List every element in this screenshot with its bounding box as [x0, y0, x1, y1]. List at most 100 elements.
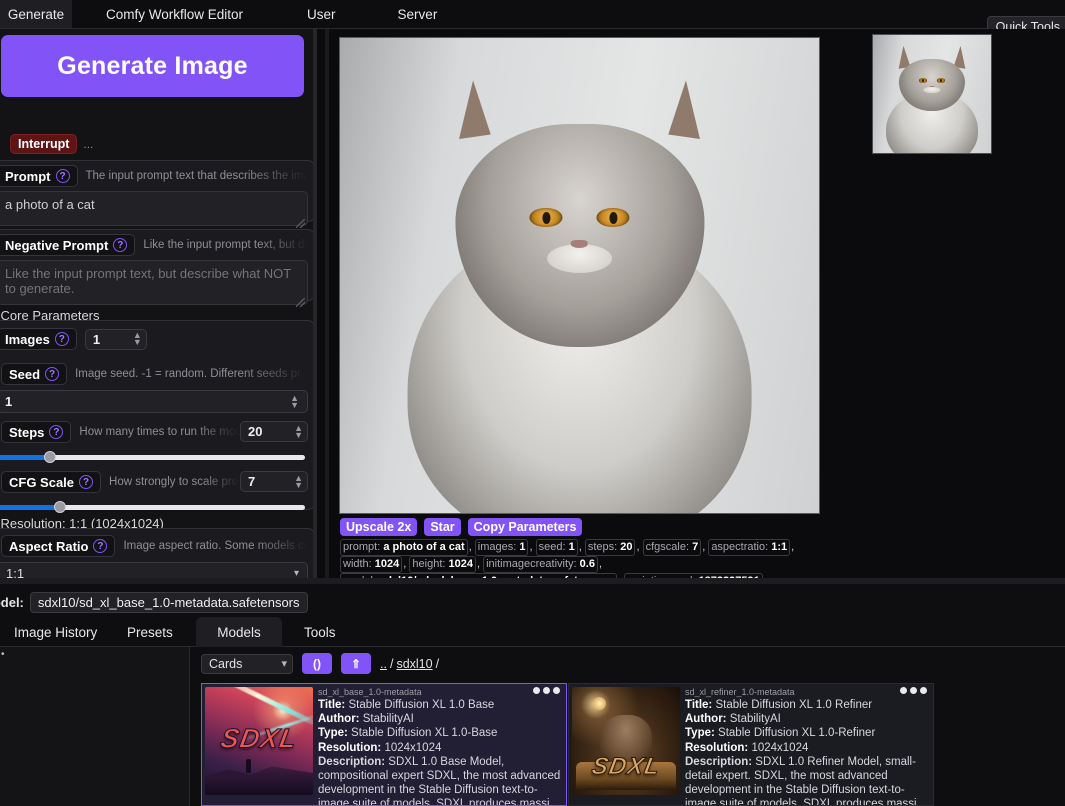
upscale-2x-button[interactable]: Upscale 2x: [340, 518, 418, 536]
prompt-input[interactable]: [0, 191, 308, 226]
metadata-pair: steps: 20: [584, 539, 636, 556]
help-icon[interactable]: ?: [55, 169, 70, 183]
model-card-description-line: Description: SDXL 1.0 Base Model, compos…: [318, 755, 562, 805]
interrupt-button[interactable]: Interrupt: [10, 134, 78, 154]
model-card-author: StabilityAI: [729, 713, 781, 726]
refresh-icon[interactable]: (): [302, 653, 332, 674]
tab-models[interactable]: Models: [196, 617, 282, 647]
tab-user[interactable]: User: [293, 0, 350, 28]
model-card-title-line: Title: Stable Diffusion XL 1.0 Base: [318, 698, 562, 712]
seed-stepper[interactable]: 1 ▲ ▼: [0, 390, 308, 413]
history-thumbnail[interactable]: [872, 34, 992, 154]
model-card[interactable]: SDXL sd_xl_base_1.0-metadata Title: Stab…: [201, 683, 567, 806]
help-icon[interactable]: ?: [79, 475, 94, 489]
stepper-arrows-icon[interactable]: ▲ ▼: [294, 423, 303, 439]
metadata-key: width:: [343, 558, 375, 570]
chevron-down-icon: ▾: [281, 658, 287, 670]
tab-presets[interactable]: Presets: [113, 617, 187, 647]
steps-slider[interactable]: [0, 451, 305, 463]
breadcrumb-sep: /: [435, 656, 440, 671]
thumb-cat-muzzle: [923, 86, 941, 94]
lamp-light: [592, 696, 606, 710]
model-card[interactable]: SDXL sd_xl_refiner_1.0-metadata Title: S…: [568, 683, 934, 806]
steps-slider-knob[interactable]: [44, 451, 57, 463]
current-model-label: Model:: [0, 595, 24, 610]
copy-parameters-button[interactable]: Copy Parameters: [467, 518, 583, 536]
tab-comfy-workflow-editor[interactable]: Comfy Workflow Editor: [92, 0, 257, 28]
prompt-header: Prompt ? The input prompt text that desc…: [0, 165, 308, 187]
model-card-menu-icon[interactable]: [900, 687, 927, 694]
thumb-cat-eye-right: [936, 78, 946, 83]
stepper-arrows-icon[interactable]: ▲ ▼: [290, 393, 303, 409]
interrupt-label: Interrupt: [18, 137, 70, 151]
metadata-pair: initimagecreativity: 0.6: [483, 556, 598, 573]
cfg-scale-slider-knob[interactable]: [53, 501, 66, 513]
stepper-arrows-icon[interactable]: ▲ ▼: [133, 331, 142, 347]
breadcrumb: .. / sdxl10 /: [380, 657, 439, 671]
help-icon[interactable]: ?: [113, 238, 128, 252]
model-card-author-label: Author:: [685, 713, 727, 726]
resize-grip-icon[interactable]: [296, 219, 305, 228]
steps-stepper[interactable]: 20 ▲ ▼: [240, 421, 308, 442]
folder-up-icon[interactable]: ⇑: [341, 653, 371, 674]
aspect-ratio-select[interactable]: 1:1 ▾: [0, 562, 308, 578]
aspect-ratio-value: 1:1: [6, 565, 25, 579]
model-card-resolution-label: Resolution:: [318, 741, 382, 754]
cfg-scale-header: CFG Scale ? How strongly to scale prompt…: [0, 471, 308, 493]
interrupt-more-button[interactable]: ...: [83, 137, 93, 151]
star-button[interactable]: Star: [424, 518, 461, 536]
seed-value: 1: [5, 394, 13, 409]
model-card-description-label: Description:: [685, 755, 753, 768]
tab-server[interactable]: Server: [384, 0, 452, 28]
negative-prompt-input[interactable]: [0, 260, 308, 305]
metadata-value: 1: [568, 541, 575, 553]
generate-image-button[interactable]: Generate Image: [1, 35, 304, 97]
steps-slider-fill: [0, 455, 51, 460]
current-image[interactable]: [339, 37, 820, 514]
stepper-arrows-icon[interactable]: ▲ ▼: [294, 473, 303, 489]
models-toolbar: Cards ▾ () ⇑ .. / sdxl10 /: [201, 653, 439, 674]
thumb-cat-nose: [929, 85, 935, 88]
steps-label-chip: Steps ?: [1, 421, 72, 443]
seed-label: Seed: [9, 366, 41, 382]
help-icon[interactable]: ?: [93, 539, 108, 553]
cfg-scale-slider[interactable]: [0, 501, 305, 513]
parameters-panel: Generate Image Interrupt ... Prompt ? Th…: [0, 29, 313, 578]
left-panel-splitter[interactable]: [313, 29, 317, 578]
cfg-scale-label-chip: CFG Scale ?: [1, 471, 102, 493]
tab-models-label: Models: [217, 624, 261, 640]
cfg-scale-stepper[interactable]: 7 ▲ ▼: [240, 471, 308, 492]
model-card-author-line: Author: StabilityAI: [685, 712, 929, 726]
steps-label: Steps: [9, 424, 45, 440]
model-card-title: Stable Diffusion XL 1.0 Base: [348, 699, 495, 711]
bottom-tab-bar: Image History Presets Models Tools: [0, 617, 1065, 647]
current-model-value[interactable]: sdxl10/sd_xl_base_1.0-metadata.safetenso…: [29, 592, 308, 613]
model-card-menu-icon[interactable]: [533, 687, 560, 694]
help-icon[interactable]: ?: [49, 425, 64, 439]
model-card-type: Stable Diffusion XL 1.0-Refiner: [718, 727, 876, 740]
metadata-pair: width: 1024: [340, 556, 403, 573]
metadata-value: 1024: [448, 558, 473, 570]
metadata-value: 1: [519, 541, 526, 553]
breadcrumb-parent[interactable]: ..: [380, 657, 387, 671]
seed-label-chip: Seed ?: [1, 363, 68, 385]
resize-grip-icon[interactable]: [296, 298, 305, 307]
metadata-pair: prompt: a photo of a cat: [340, 539, 468, 556]
tab-image-history[interactable]: Image History: [0, 617, 111, 647]
tab-tools[interactable]: Tools: [290, 617, 350, 647]
negative-prompt-header: Negative Prompt ? Like the input prompt …: [0, 234, 308, 256]
steps-hint: How many times to run the model: [79, 426, 240, 438]
help-icon[interactable]: ?: [54, 332, 69, 346]
breadcrumb-sdxl10[interactable]: sdxl10: [396, 657, 432, 671]
aspect-ratio-label-chip: Aspect Ratio ?: [1, 535, 116, 557]
cat-muzzle: [547, 244, 612, 274]
images-stepper[interactable]: 1 ▲ ▼: [84, 328, 147, 350]
help-icon[interactable]: ?: [45, 367, 60, 381]
model-card-resolution-line: Resolution: 1024x1024: [685, 741, 929, 755]
metadata-key: images:: [477, 541, 520, 553]
images-label-chip: Images ?: [0, 328, 77, 350]
tab-generate[interactable]: Generate: [0, 0, 72, 28]
tab-tools-label: Tools: [304, 624, 336, 640]
left-panel-scrollbar[interactable]: [325, 29, 329, 578]
view-mode-select[interactable]: Cards ▾: [201, 653, 293, 674]
